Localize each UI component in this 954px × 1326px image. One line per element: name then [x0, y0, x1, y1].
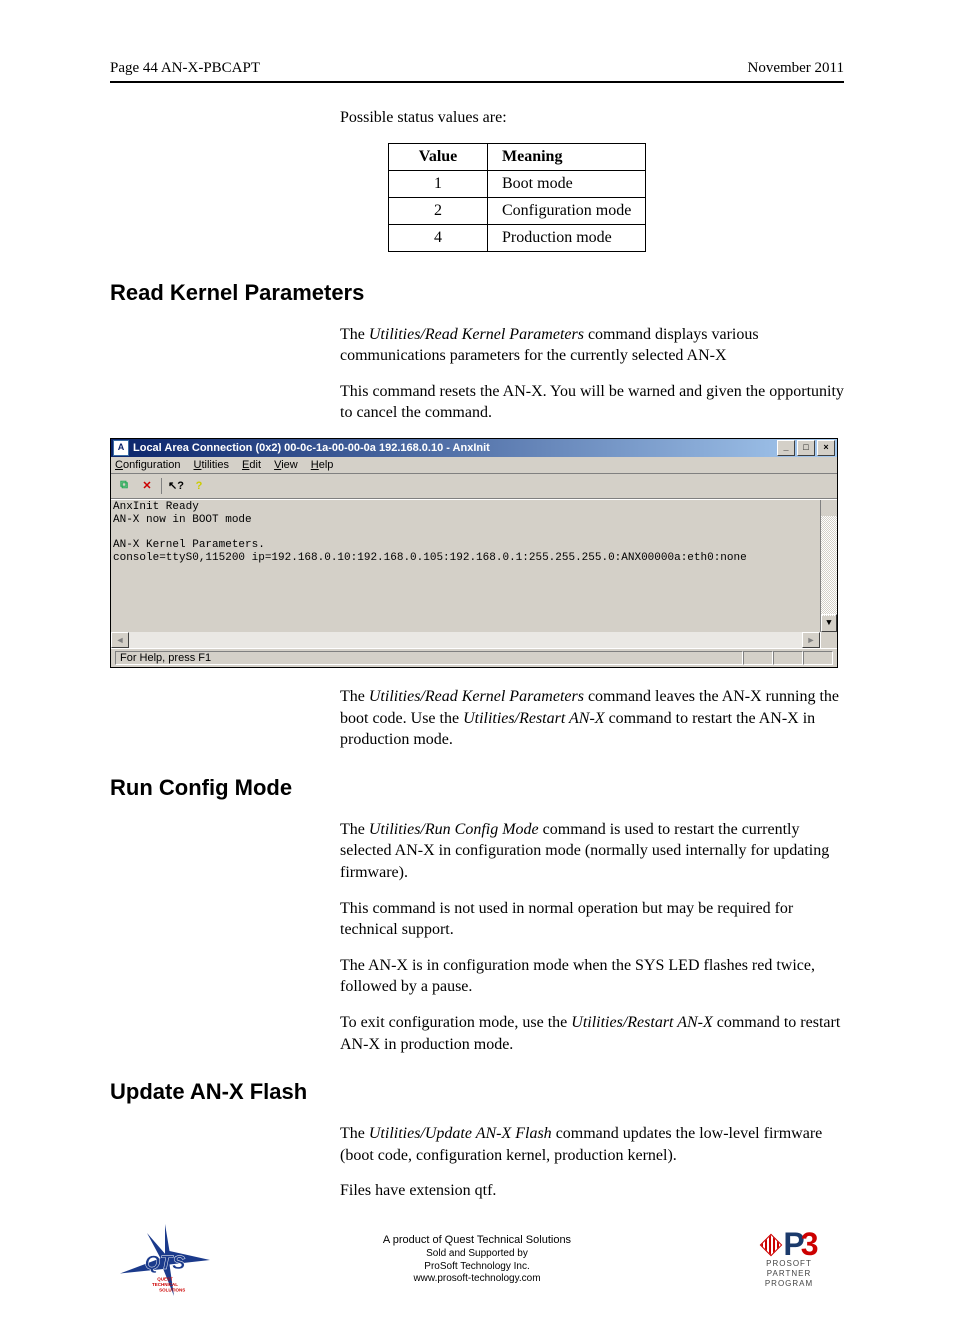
svg-text:QUEST: QUEST	[157, 1277, 173, 1282]
about-icon[interactable]: ?	[188, 476, 210, 496]
prosoft-partner-logo-icon: P3 PROSOFT PARTNER PROGRAM	[744, 1228, 834, 1292]
footer-line4: www.prosoft-technology.com	[210, 1273, 744, 1286]
context-help-icon[interactable]: ↖?	[165, 476, 187, 496]
status-table: Value Meaning 1 Boot mode 2 Configuratio…	[388, 143, 646, 252]
p3-word-program: PROGRAM	[765, 1280, 813, 1288]
svg-text:QTS: QTS	[145, 1252, 186, 1274]
app-icon: A	[113, 440, 129, 456]
statusbar-pane	[773, 651, 803, 665]
close-button[interactable]: ×	[817, 440, 835, 456]
rc-para2: This command is not used in normal opera…	[340, 898, 844, 941]
toolbar: ⧉ ✕ ↖? ?	[111, 474, 837, 499]
scroll-down-icon[interactable]: ▼	[821, 614, 837, 632]
cell-value: 2	[389, 197, 488, 224]
heading-read-kernel: Read Kernel Parameters	[110, 280, 844, 306]
statusbar-pane	[803, 651, 833, 665]
rc-para1: The Utilities/Run Config Mode command is…	[340, 819, 844, 884]
delete-icon[interactable]: ✕	[136, 476, 158, 496]
p3-text: P3	[783, 1232, 814, 1258]
console-output[interactable]: AnxInit Ready AN-X now in BOOT mode AN-X…	[111, 499, 837, 632]
th-meaning: Meaning	[488, 143, 646, 170]
rk-para1: The Utilities/Read Kernel Parameters com…	[340, 324, 844, 367]
cell-meaning: Boot mode	[488, 170, 646, 197]
diamond-icon	[760, 1234, 783, 1257]
footer-line3: ProSoft Technology Inc.	[210, 1261, 744, 1274]
rk-para2: This command resets the AN-X. You will b…	[340, 381, 844, 424]
horizontal-scrollbar[interactable]: ◄ ►	[111, 632, 837, 648]
footer-text: A product of Quest Technical Solutions S…	[210, 1234, 744, 1285]
cell-value: 1	[389, 170, 488, 197]
heading-update-flash: Update AN-X Flash	[110, 1079, 844, 1105]
maximize-button[interactable]: □	[797, 440, 815, 456]
menu-utilities[interactable]: Utilities	[194, 459, 229, 471]
scroll-left-icon[interactable]: ◄	[111, 632, 129, 648]
anxinit-window: A Local Area Connection (0x2) 00-0c-1a-0…	[110, 438, 838, 668]
cell-meaning: Configuration mode	[488, 197, 646, 224]
scroll-right-icon[interactable]: ►	[802, 632, 820, 648]
footer-line1: A product of Quest Technical Solutions	[210, 1234, 744, 1248]
toolbar-separator	[161, 478, 162, 494]
minimize-button[interactable]: _	[777, 440, 795, 456]
table-row: 1 Boot mode	[389, 170, 646, 197]
p3-word-prosoft: PROSOFT	[766, 1260, 812, 1268]
window-titlebar[interactable]: A Local Area Connection (0x2) 00-0c-1a-0…	[111, 439, 837, 457]
th-value: Value	[389, 143, 488, 170]
cell-value: 4	[389, 224, 488, 251]
menu-view[interactable]: View	[274, 459, 298, 471]
p3-word-partner: PARTNER	[767, 1270, 812, 1278]
heading-run-config: Run Config Mode	[110, 775, 844, 801]
svg-text:SOLUTIONS: SOLUTIONS	[159, 1287, 185, 1292]
cell-meaning: Production mode	[488, 224, 646, 251]
table-row: 2 Configuration mode	[389, 197, 646, 224]
table-row: 4 Production mode	[389, 224, 646, 251]
svg-text:TECHNICAL: TECHNICAL	[152, 1282, 178, 1287]
copy-icon[interactable]: ⧉	[113, 476, 135, 496]
statusbar: For Help, press F1	[111, 648, 837, 667]
header-left: Page 44 AN-X-PBCAPT	[110, 60, 260, 77]
menubar: Configuration Utilities Edit View Help	[111, 457, 837, 474]
vertical-scrollbar[interactable]: ▲ ▼	[820, 500, 837, 632]
header-right: November 2011	[747, 60, 844, 77]
resize-grip-icon[interactable]	[820, 632, 837, 648]
uf-para1: The Utilities/Update AN-X Flash command …	[340, 1123, 844, 1166]
menu-edit[interactable]: Edit	[242, 459, 261, 471]
menu-help[interactable]: Help	[311, 459, 334, 471]
intro-text: Possible status values are:	[340, 107, 844, 129]
page-header: Page 44 AN-X-PBCAPT November 2011	[110, 60, 844, 83]
menu-configuration[interactable]: Configuration	[115, 459, 180, 471]
rk-after-para: The Utilities/Read Kernel Parameters com…	[340, 686, 844, 751]
rc-para4: To exit configuration mode, use the Util…	[340, 1012, 844, 1055]
statusbar-text: For Help, press F1	[115, 651, 743, 665]
footer-line2: Sold and Supported by	[210, 1248, 744, 1261]
statusbar-pane	[743, 651, 773, 665]
uf-para2: Files have extension qtf.	[340, 1180, 844, 1202]
console-text: AnxInit Ready AN-X now in BOOT mode AN-X…	[113, 501, 747, 564]
window-title: Local Area Connection (0x2) 00-0c-1a-00-…	[133, 442, 490, 454]
rc-para3: The AN-X is in configuration mode when t…	[340, 955, 844, 998]
